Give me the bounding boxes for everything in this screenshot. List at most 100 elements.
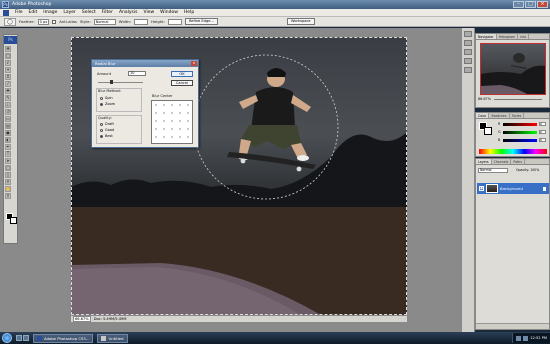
- feather-input[interactable]: 0 px: [37, 18, 50, 25]
- blur-tool-icon[interactable]: ●: [5, 130, 11, 136]
- crop-tool-icon[interactable]: ⌗: [5, 74, 11, 80]
- menu-select[interactable]: Select: [79, 10, 99, 15]
- red-slider-row[interactable]: R 0: [498, 122, 546, 126]
- blue-slider-row[interactable]: B 0: [498, 138, 546, 142]
- color-bg-swatch[interactable]: [484, 127, 492, 135]
- visibility-eye-icon[interactable]: ●: [479, 186, 484, 191]
- style-select[interactable]: Normal: [93, 18, 116, 25]
- amount-slider-handle[interactable]: [110, 80, 113, 84]
- ok-button[interactable]: OK: [171, 71, 193, 77]
- height-input[interactable]: [167, 18, 182, 25]
- switch-windows-icon[interactable]: [23, 335, 29, 341]
- menu-filter[interactable]: Filter: [99, 10, 116, 15]
- layer-name[interactable]: Background: [500, 186, 523, 191]
- opacity-field[interactable]: Opacity: 100%: [516, 168, 539, 172]
- zoom-option[interactable]: Zoom: [100, 102, 115, 106]
- red-value[interactable]: 0: [539, 122, 546, 126]
- marquee-tool-icon[interactable]: ◯: [5, 53, 11, 59]
- draft-option[interactable]: Draft: [100, 122, 114, 126]
- good-option[interactable]: Good: [100, 128, 114, 132]
- pen-tool-icon[interactable]: ✒: [5, 144, 11, 150]
- green-value[interactable]: 0: [539, 130, 546, 134]
- history-brush-icon[interactable]: ↺: [5, 109, 11, 115]
- layer-row-background[interactable]: ● Background: [477, 183, 549, 194]
- clock[interactable]: 12:52 PM: [530, 336, 547, 340]
- minimize-button[interactable]: –: [513, 1, 524, 8]
- good-radio[interactable]: [100, 128, 103, 132]
- menu-help[interactable]: Help: [181, 10, 197, 15]
- zoom-level-field[interactable]: 66.67%: [73, 316, 91, 322]
- tab-channels[interactable]: Channels: [492, 159, 512, 164]
- elliptical-marquee-icon[interactable]: ◯: [4, 17, 16, 26]
- tab-paths[interactable]: Paths: [511, 159, 525, 164]
- lasso-tool-icon[interactable]: ℓ: [5, 60, 11, 66]
- zoom-tool-icon[interactable]: ⚲: [5, 193, 11, 199]
- blur-center-preview[interactable]: [151, 100, 193, 144]
- spin-radio[interactable]: [100, 96, 103, 100]
- amount-slider[interactable]: [98, 80, 143, 84]
- menu-image[interactable]: Image: [40, 10, 60, 15]
- tab-styles[interactable]: Styles: [510, 113, 525, 118]
- red-ramp[interactable]: [503, 122, 537, 126]
- tab-swatches[interactable]: Swatches: [489, 113, 510, 118]
- cancel-button[interactable]: Cancel: [171, 80, 193, 86]
- close-button[interactable]: ×: [537, 1, 548, 8]
- tab-layers[interactable]: Layers: [476, 159, 492, 164]
- path-select-icon[interactable]: ➤: [5, 158, 11, 164]
- show-desktop-icon[interactable]: [16, 335, 22, 341]
- amount-input[interactable]: 10: [128, 71, 146, 76]
- move-tool-icon[interactable]: ✥: [5, 46, 11, 52]
- background-color-swatch[interactable]: [10, 217, 17, 224]
- tab-info[interactable]: Info: [518, 34, 530, 39]
- dock-icon-brushes[interactable]: [464, 31, 472, 37]
- volume-icon[interactable]: [523, 335, 529, 341]
- blue-ramp[interactable]: [503, 138, 537, 142]
- notes-tool-icon[interactable]: ▯: [5, 172, 11, 178]
- start-button[interactable]: [2, 333, 12, 343]
- zoom-radio[interactable]: [100, 102, 103, 106]
- navigator-zoom-slider[interactable]: [494, 99, 542, 100]
- dialog-close-icon[interactable]: ×: [191, 61, 197, 66]
- taskbar-item-photoshop[interactable]: Adobe Photoshop CS3...: [33, 333, 94, 343]
- dock-icon-tool-presets[interactable]: [464, 58, 472, 64]
- antialias-checkbox[interactable]: [52, 19, 57, 24]
- magic-wand-icon[interactable]: ✦: [5, 67, 11, 73]
- ps-menu-icon[interactable]: [3, 9, 9, 16]
- best-radio[interactable]: [100, 134, 103, 138]
- tab-histogram[interactable]: Histogram: [497, 34, 519, 39]
- tab-color[interactable]: Color: [476, 113, 490, 118]
- draft-radio[interactable]: [100, 122, 103, 126]
- blue-value[interactable]: 0: [539, 138, 546, 142]
- menu-edit[interactable]: Edit: [26, 10, 41, 15]
- gradient-tool-icon[interactable]: ▤: [5, 123, 11, 129]
- color-spectrum-bar[interactable]: [479, 149, 547, 154]
- brush-tool-icon[interactable]: ✎: [5, 95, 11, 101]
- navigator-thumbnail[interactable]: [480, 43, 546, 95]
- workspace-button[interactable]: Workspace: [287, 18, 315, 25]
- healing-brush-icon[interactable]: ✚: [5, 88, 11, 94]
- spin-option[interactable]: Spin: [100, 96, 113, 100]
- menu-view[interactable]: View: [140, 10, 157, 15]
- dock-icon-history[interactable]: [464, 40, 472, 46]
- green-ramp[interactable]: [503, 130, 537, 134]
- maximize-button[interactable]: □: [525, 1, 536, 8]
- green-slider-row[interactable]: G 0: [498, 130, 546, 134]
- document-info[interactable]: Doc: 5.49M/5.49M: [94, 317, 127, 321]
- menu-window[interactable]: Window: [157, 10, 181, 15]
- slice-tool-icon[interactable]: /: [5, 81, 11, 87]
- network-icon[interactable]: [516, 335, 522, 341]
- shape-tool-icon[interactable]: □: [5, 165, 11, 171]
- menu-analysis[interactable]: Analysis: [116, 10, 141, 15]
- tab-navigator[interactable]: Navigator: [476, 34, 497, 39]
- eyedropper-icon[interactable]: ⚲: [5, 179, 11, 185]
- type-tool-icon[interactable]: T: [5, 151, 11, 157]
- menu-file[interactable]: File: [12, 10, 26, 15]
- blend-mode-select[interactable]: Normal: [478, 168, 508, 173]
- best-option[interactable]: Best: [100, 134, 113, 138]
- navigator-zoom[interactable]: 66.67%: [478, 97, 491, 101]
- refine-edge-button[interactable]: Refine Edge...: [184, 18, 218, 25]
- dock-icon-actions[interactable]: [464, 49, 472, 55]
- taskbar-item-untitled[interactable]: Untitled: [97, 333, 128, 343]
- hand-tool-icon[interactable]: ✋: [5, 186, 11, 192]
- dodge-tool-icon[interactable]: ◐: [5, 137, 11, 143]
